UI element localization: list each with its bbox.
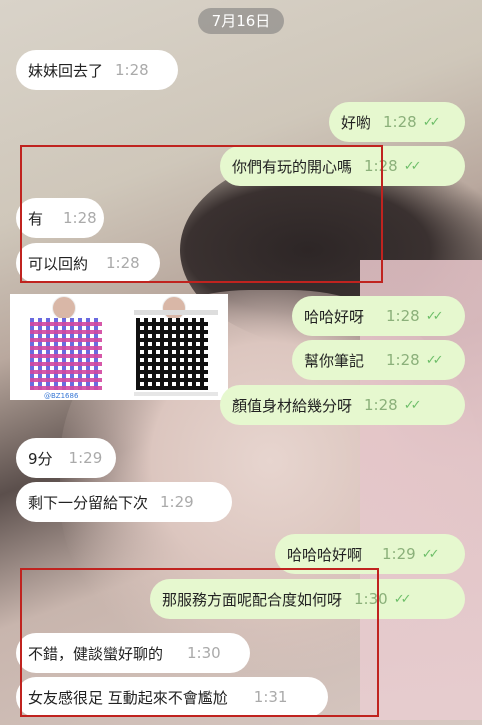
- message-text: 妹妹回去了: [28, 61, 104, 80]
- caption-bar: [134, 310, 218, 315]
- read-check-icon: ✓✓: [425, 352, 444, 368]
- message-text: 剩下一分留給下次: [28, 493, 149, 512]
- qr-image-card[interactable]: @BZ1686: [10, 294, 228, 400]
- message-outgoing[interactable]: 好喲 1:28 ✓✓: [329, 102, 465, 142]
- message-text: 哈哈好呀: [304, 307, 365, 326]
- message-text: 哈哈哈好啊: [287, 545, 363, 564]
- message-text: 好喲: [341, 113, 372, 132]
- message-time: 1:29: [382, 545, 416, 563]
- message-time: 1:28: [364, 396, 398, 414]
- read-check-icon: ✓✓: [393, 591, 412, 607]
- line-qr-code-icon: [30, 318, 102, 390]
- message-time: 1:28: [115, 61, 149, 79]
- date-separator: 7月16日: [198, 8, 284, 34]
- message-text: 9分: [28, 449, 53, 468]
- message-text: 幫你筆記: [304, 351, 365, 370]
- highlight-frame: [20, 145, 383, 283]
- read-check-icon: ✓✓: [422, 114, 441, 130]
- highlight-frame: [20, 568, 379, 717]
- avatar: [162, 296, 186, 320]
- message-incoming[interactable]: 剩下一分留給下次 1:29: [16, 482, 232, 522]
- message-text: 顏值身材給幾分呀: [232, 396, 353, 415]
- line-id-label: @BZ1686: [44, 392, 79, 400]
- read-check-icon: ✓✓: [425, 308, 444, 324]
- read-check-icon: ✓✓: [403, 397, 422, 413]
- message-outgoing[interactable]: 哈哈好呀 1:28 ✓✓: [292, 296, 465, 336]
- message-time: 1:28: [386, 351, 420, 369]
- message-outgoing[interactable]: 顏值身材給幾分呀 1:28 ✓✓: [220, 385, 465, 425]
- avatar: [52, 296, 76, 320]
- wechat-qr-code-icon: [136, 318, 208, 390]
- message-time: 1:29: [68, 449, 103, 467]
- message-time: 1:29: [160, 493, 194, 511]
- message-incoming[interactable]: 9分 1:29: [16, 438, 116, 478]
- message-time: 1:28: [383, 113, 417, 131]
- caption-bar: [134, 392, 218, 396]
- message-time: 1:28: [386, 307, 420, 325]
- read-check-icon: ✓✓: [403, 158, 422, 174]
- read-check-icon: ✓✓: [421, 546, 440, 562]
- message-outgoing[interactable]: 幫你筆記 1:28 ✓✓: [292, 340, 465, 380]
- message-incoming[interactable]: 妹妹回去了 1:28: [16, 50, 178, 90]
